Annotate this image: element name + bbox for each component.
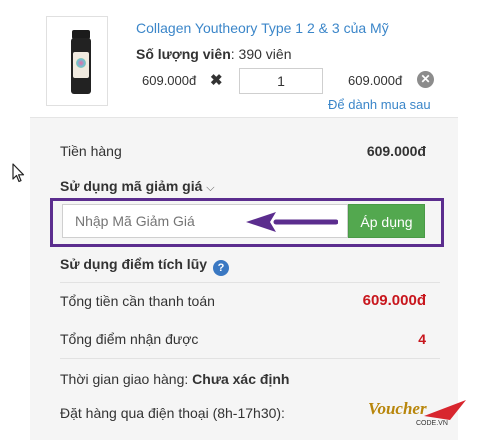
quantity-value: : 390 viên bbox=[230, 46, 292, 62]
mouse-cursor-icon bbox=[12, 163, 25, 183]
remove-item-icon[interactable]: ✕ bbox=[417, 71, 434, 88]
voucher-code-logo: Voucher CODE.VN bbox=[368, 399, 466, 427]
subtotal-label: Tiền hàng bbox=[60, 143, 122, 159]
divider bbox=[60, 282, 440, 283]
annotation-arrow-icon bbox=[246, 212, 338, 232]
svg-text:Voucher: Voucher bbox=[368, 399, 427, 418]
delivery-time-row: Thời gian giao hàng: Chưa xác định bbox=[60, 371, 289, 387]
cart-panel: Collagen Youtheory Type 1 2 & 3 của Mỹ S… bbox=[30, 0, 458, 440]
divider bbox=[60, 358, 440, 359]
points-earned-label: Tổng điểm nhận được bbox=[60, 331, 199, 347]
product-bottle-image bbox=[71, 30, 91, 94]
help-icon[interactable]: ? bbox=[213, 260, 230, 276]
product-quantity-info: Số lượng viên: 390 viên bbox=[136, 46, 292, 62]
subtotal-value: 609.000đ bbox=[366, 143, 426, 159]
points-earned-value: 4 bbox=[418, 331, 426, 347]
total-value: 609.000đ bbox=[362, 292, 426, 309]
product-title-link[interactable]: Collagen Youtheory Type 1 2 & 3 của Mỹ bbox=[136, 20, 389, 36]
unit-price: 609.000đ bbox=[142, 73, 197, 88]
use-points-row: Sử dụng điểm tích lũy? bbox=[60, 256, 230, 276]
cart-item: Collagen Youtheory Type 1 2 & 3 của Mỹ S… bbox=[30, 0, 458, 118]
coupon-toggle-label: Sử dụng mã giảm giá bbox=[60, 178, 203, 194]
quantity-label: Số lượng viên bbox=[136, 46, 231, 62]
product-thumbnail[interactable] bbox=[46, 16, 108, 106]
delivery-time-label: Thời gian giao hàng: bbox=[60, 371, 189, 387]
quantity-input[interactable] bbox=[239, 68, 323, 94]
use-points-label: Sử dụng điểm tích lũy bbox=[60, 256, 208, 272]
save-for-later-link[interactable]: Để dành mua sau bbox=[328, 97, 431, 112]
line-total: 609.000đ bbox=[348, 73, 403, 88]
phone-order-label: Đặt hàng qua điện thoại (8h-17h30): bbox=[60, 405, 285, 421]
multiply-icon: ✖ bbox=[210, 72, 223, 89]
chevron-down-icon: ⌵ bbox=[206, 182, 215, 194]
svg-text:CODE.VN: CODE.VN bbox=[416, 420, 448, 427]
coupon-toggle[interactable]: Sử dụng mã giảm giá ⌵ bbox=[60, 178, 215, 195]
total-label: Tổng tiền cần thanh toán bbox=[60, 293, 215, 309]
apply-coupon-button[interactable]: Áp dụng bbox=[348, 204, 425, 238]
delivery-time-value: Chưa xác định bbox=[192, 371, 290, 387]
